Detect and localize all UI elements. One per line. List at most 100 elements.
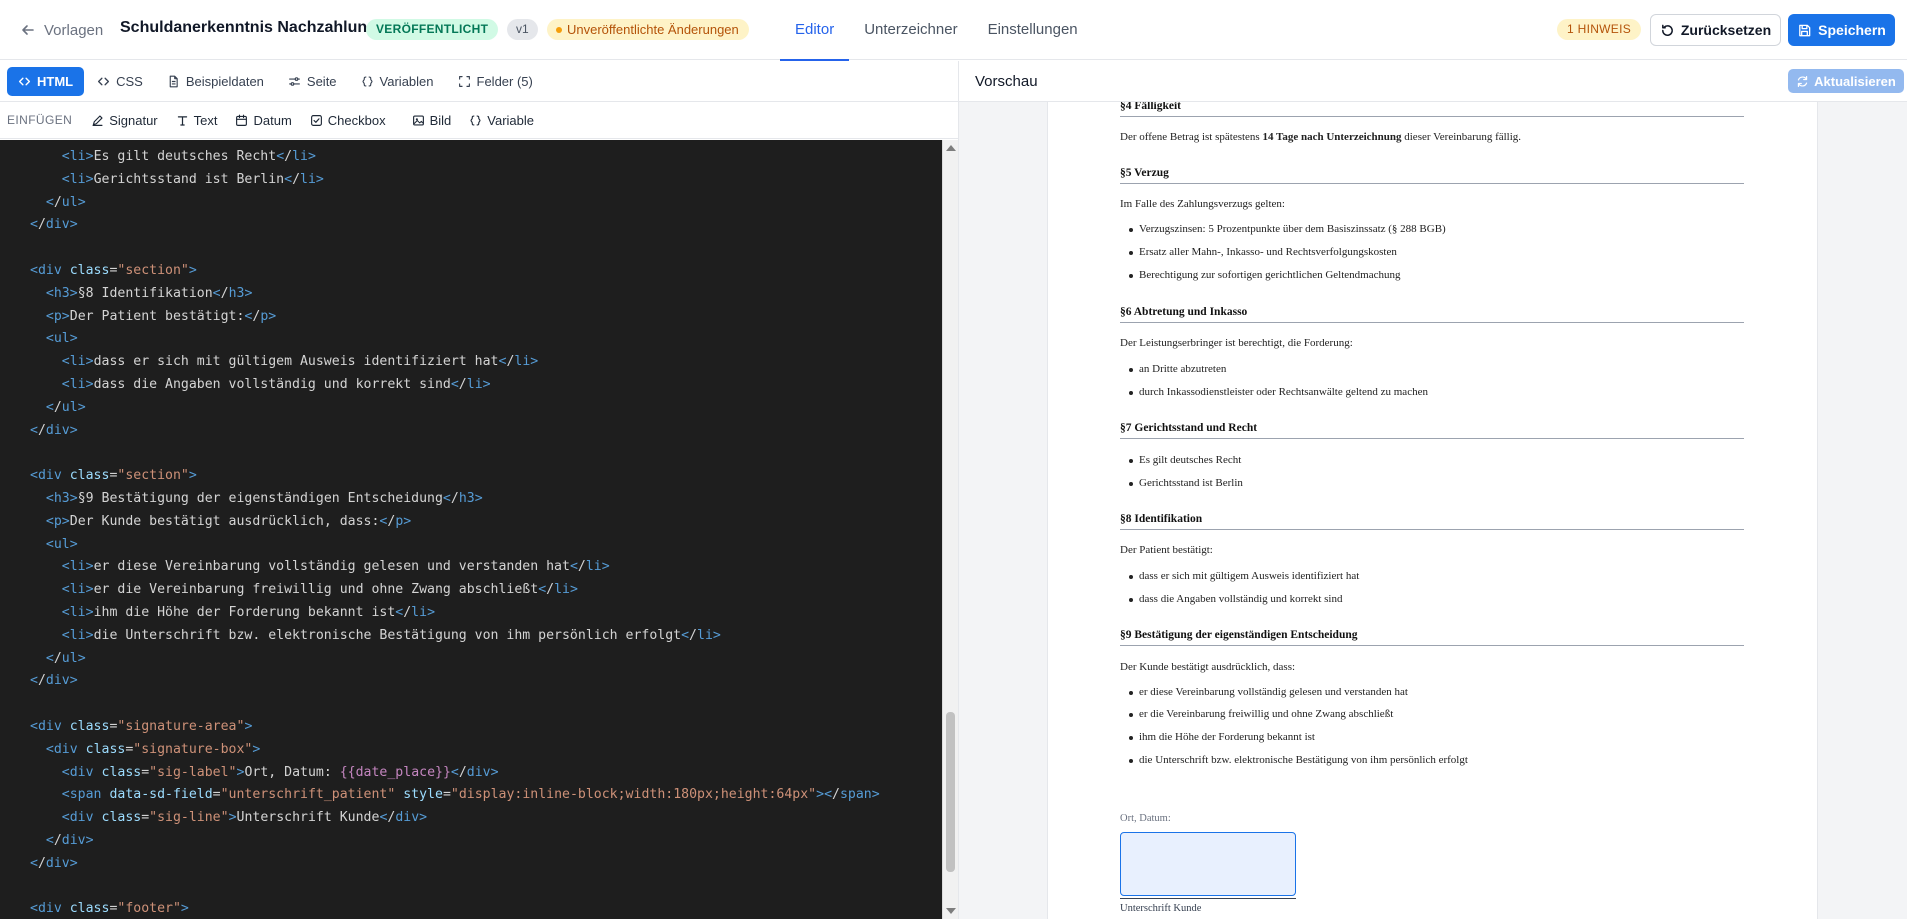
code-editor[interactable]: <li>Es gilt deutsches Recht</li> <li>Ger… — [0, 140, 958, 919]
fields-icon — [458, 75, 470, 87]
code-line[interactable]: <ul> — [30, 534, 880, 557]
list-item: Verzugszinsen: 5 Prozentpunkte über dem … — [1129, 223, 1446, 235]
tab-beispieldaten[interactable]: Beispieldaten — [156, 67, 275, 96]
refresh-label: Aktualisieren — [1814, 73, 1896, 89]
section-heading: §4 Fälligkeit — [1120, 102, 1744, 117]
code-lines[interactable]: <li>Es gilt deutsches Recht</li> <li>Ger… — [30, 146, 880, 919]
tab-einstellungen[interactable]: Einstellungen — [973, 0, 1093, 60]
checkbox-icon — [310, 114, 322, 126]
code-line[interactable]: <ul> — [30, 328, 880, 351]
tab-seite[interactable]: Seite — [277, 67, 348, 96]
code-line[interactable]: <p>Der Patient bestätigt:</p> — [30, 306, 880, 329]
calendar-icon — [236, 114, 248, 126]
code-line[interactable]: <li>ihm die Höhe der Forderung bekannt i… — [30, 602, 880, 625]
code-line[interactable]: </ul> — [30, 192, 880, 215]
status-badge: VERÖFFENTLICHT — [366, 19, 499, 40]
file-icon — [169, 75, 178, 87]
code-line[interactable]: <div class="signature-area"> — [30, 716, 880, 739]
list-item: dass die Angaben vollständig und korrekt… — [1128, 593, 1343, 605]
insert-image-button[interactable]: Bild — [403, 107, 461, 133]
top-bar: Vorlagen Schuldanerkenntnis Nachzahlung … — [0, 0, 1907, 61]
code-line[interactable]: <p>Der Kunde bestätigt ausdrücklich, das… — [30, 511, 880, 534]
code-line[interactable]: <div class="sig-line">Unterschrift Kunde… — [30, 807, 880, 830]
paragraph-text: dieser Vereinbarung fällig. — [1401, 131, 1522, 143]
insert-checkbox-label: Checkbox — [327, 112, 386, 128]
code-line[interactable]: ​ — [30, 693, 880, 716]
insert-signature-label: Signatur — [109, 112, 158, 128]
insert-label: EINFÜGEN — [7, 113, 73, 127]
code-line[interactable]: <h3>§9 Bestätigung der eigenständigen En… — [30, 488, 880, 511]
code-line[interactable]: <span data-sd-field="unterschrift_patien… — [30, 784, 880, 807]
section-heading: §5 Verzug — [1120, 167, 1744, 184]
tab-editor[interactable]: Editor — [780, 0, 850, 61]
code-line[interactable]: <div class="sig-label">Ort, Datum: {{dat… — [30, 762, 880, 785]
document-title: Schuldanerkenntnis Nachzahlung — [120, 19, 377, 36]
list-item: Ersatz aller Mahn-, Inkasso- und Rechtsv… — [1129, 246, 1397, 258]
code-line[interactable]: ​ — [30, 442, 880, 465]
scroll-up-icon[interactable] — [946, 145, 956, 151]
insert-image-label: Bild — [429, 112, 452, 128]
insert-date-button[interactable]: Datum — [226, 107, 300, 133]
list-item: Es gilt deutsches Recht — [1128, 454, 1242, 466]
tab-unterzeichner[interactable]: Unterzeichner — [849, 0, 972, 60]
code-line[interactable]: <li>er die Vereinbarung freiwillig und o… — [30, 579, 880, 602]
code-scrollbar[interactable] — [942, 140, 958, 919]
back-link[interactable]: Vorlagen — [20, 18, 103, 42]
code-line[interactable]: </div> — [30, 853, 880, 876]
code-line[interactable]: <li>Es gilt deutsches Recht</li> — [30, 146, 880, 169]
insert-signature-button[interactable]: Signatur — [82, 107, 166, 133]
unpublished-badge: Unveröffentlichte Änderungen — [547, 19, 749, 40]
refresh-button[interactable]: Aktualisieren — [1788, 69, 1904, 93]
code-line[interactable]: </div> — [30, 670, 880, 693]
list-item: durch Inkassodienstleister oder Rechtsan… — [1129, 386, 1428, 398]
code-line[interactable]: ​ — [30, 237, 880, 260]
code-line[interactable]: <li>dass er sich mit gültigem Ausweis id… — [30, 351, 880, 374]
scroll-down-icon[interactable] — [946, 908, 956, 914]
code-line[interactable]: <div class="signature-box"> — [30, 739, 880, 762]
tab-css-label: CSS — [116, 73, 143, 89]
tab-felder[interactable]: Felder (5) — [447, 67, 544, 96]
insert-text-label: Text — [193, 112, 218, 128]
code-line[interactable]: ​ — [30, 876, 880, 899]
code-line[interactable]: </ul> — [30, 648, 880, 671]
tab-html[interactable]: HTML — [7, 66, 85, 96]
section-heading: §6 Abtretung und Inkasso — [1120, 306, 1744, 323]
tab-variablen[interactable]: Variablen — [350, 67, 445, 96]
code-line[interactable]: <li>Gerichtsstand ist Berlin</li> — [30, 169, 880, 192]
tab-css[interactable]: CSS — [86, 67, 154, 96]
section-paragraph: Im Falle des Zahlungsverzugs gelten: — [1120, 198, 1285, 210]
save-icon — [1799, 24, 1811, 36]
code-line[interactable]: <div class="section"> — [30, 465, 880, 488]
code-icon — [18, 77, 31, 85]
code-line[interactable]: <div class="footer"> — [30, 898, 880, 919]
reset-button[interactable]: Zurücksetzen — [1650, 14, 1781, 46]
scrollbar-thumb[interactable] — [946, 712, 955, 872]
list-item: er diese Vereinbarung vollständig gelese… — [1129, 686, 1408, 698]
signature-field[interactable] — [1120, 832, 1296, 896]
save-label: Speichern — [1818, 22, 1886, 38]
save-button[interactable]: Speichern — [1788, 14, 1895, 46]
code-line[interactable]: <div class="section"> — [30, 260, 880, 283]
reset-label: Zurücksetzen — [1680, 22, 1772, 38]
insert-text-button[interactable]: Text — [167, 107, 227, 133]
insert-checkbox-button[interactable]: Checkbox — [301, 107, 395, 133]
code-line[interactable]: <li>die Unterschrift bzw. elektronische … — [30, 625, 880, 648]
code-line[interactable]: </div> — [30, 420, 880, 443]
section-paragraph: Der Kunde bestätigt ausdrücklich, dass: — [1120, 661, 1296, 673]
code-line[interactable]: <li>er diese Vereinbarung vollständig ge… — [30, 556, 880, 579]
code-line[interactable]: </div> — [30, 830, 880, 853]
signature-line — [1120, 898, 1296, 899]
code-line[interactable]: </div> — [30, 214, 880, 237]
insert-variable-button[interactable]: Variable — [460, 107, 543, 133]
hint-badge[interactable]: 1 HINWEIS — [1557, 19, 1642, 40]
code-icon — [98, 77, 110, 85]
code-line[interactable]: <li>dass die Angaben vollständig und kor… — [30, 374, 880, 397]
paragraph-text: Der offene Betrag ist spätestens — [1120, 131, 1263, 143]
unpublished-label: Unveröffentlichte Änderungen — [567, 22, 739, 37]
arrow-left-icon — [22, 25, 34, 35]
code-line[interactable]: <h3>§8 Identifikation</h3> — [30, 283, 880, 306]
back-label: Vorlagen — [44, 21, 104, 39]
code-line[interactable]: </ul> — [30, 397, 880, 420]
section-paragraph: Der Patient bestätigt: — [1120, 544, 1213, 556]
tab-beispieldaten-label: Beispieldaten — [185, 73, 264, 89]
